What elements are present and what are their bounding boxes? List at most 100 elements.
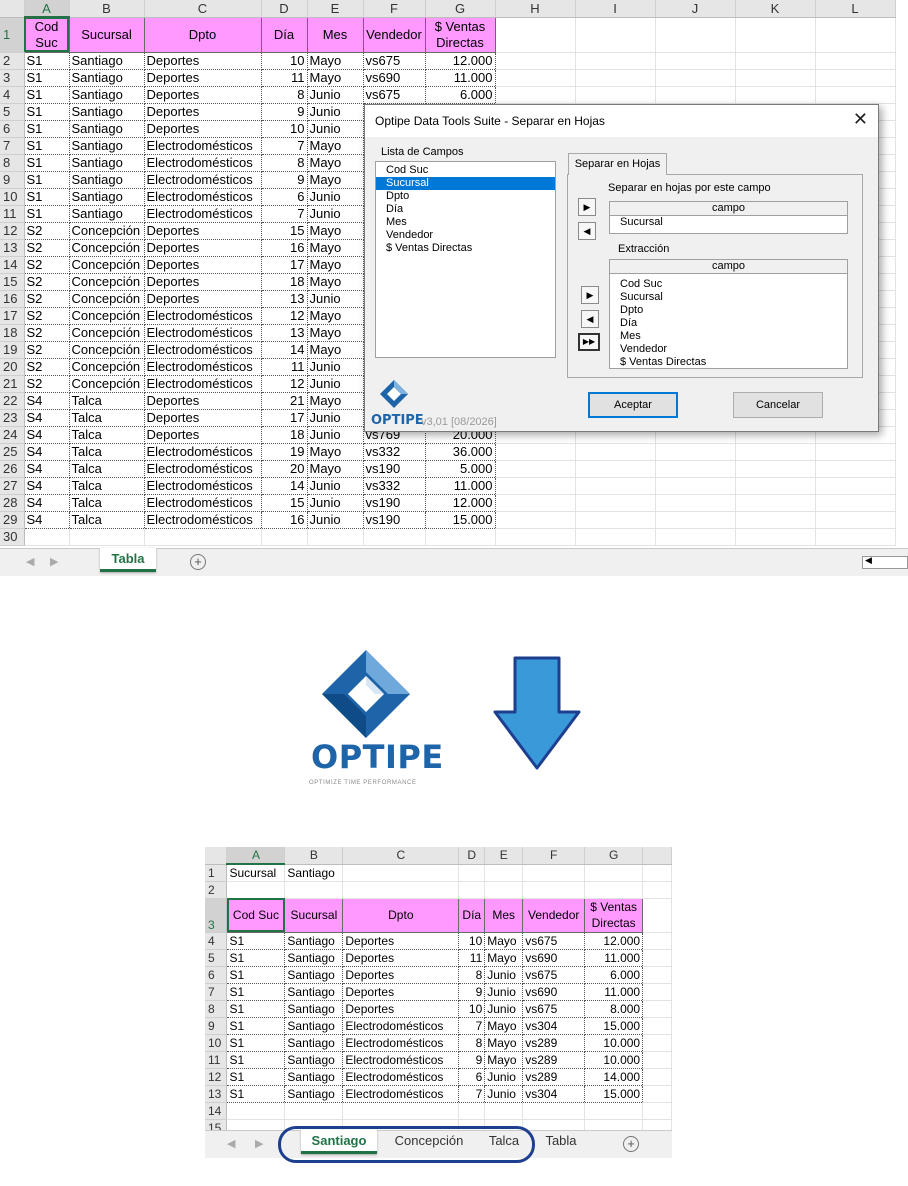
table-cell[interactable]: S1 [23,119,70,138]
table-cell[interactable]: S4 [23,493,70,512]
empty-cell[interactable] [815,443,896,461]
table-cell[interactable]: Junio [306,119,364,138]
result-header-cell[interactable]: Día [458,897,486,933]
field-list-item[interactable]: Dpto [376,190,555,203]
result-table-cell[interactable]: 8 [458,1033,486,1052]
empty-cell[interactable] [458,1102,486,1120]
table-cell[interactable]: Deportes [143,408,262,427]
result-table-cell[interactable]: Santiago [284,1016,344,1035]
result-table-cell[interactable]: 10.000 [584,1033,644,1052]
table-cell[interactable]: Junio [306,357,364,376]
table-cell[interactable]: 8 [260,85,308,104]
empty-cell[interactable] [261,528,308,546]
table-cell[interactable]: vs190 [362,493,426,512]
table-cell[interactable]: 9 [260,102,308,121]
row-header-28[interactable]: 28 [0,494,25,512]
result-tab-prev-icon[interactable]: ◀ [227,1137,235,1150]
result-tab-next-icon[interactable]: ▶ [255,1137,263,1150]
empty-cell[interactable] [522,881,586,899]
table-cell[interactable]: 36.000 [424,442,496,461]
empty-cell[interactable] [575,443,656,461]
empty-cell[interactable] [584,864,644,882]
row-header-20[interactable]: 20 [0,358,25,376]
table-cell[interactable]: vs190 [362,510,426,529]
field-list-item[interactable]: Sucursal [376,177,555,190]
result-table-cell[interactable]: 14.000 [584,1067,644,1086]
empty-cell[interactable] [575,511,656,529]
field-list-item[interactable]: Día [376,203,555,216]
table-cell[interactable]: Deportes [143,391,262,410]
result-table-cell[interactable]: Electrodomésticos [342,1033,460,1052]
table-cell[interactable]: 6.000 [424,85,496,104]
table-cell[interactable]: Concepción [68,340,145,359]
result-header-cell[interactable]: Mes [484,897,524,933]
result-row-header-11[interactable]: 11 [205,1051,228,1069]
table-cell[interactable]: Junio [306,85,364,104]
result-tab-tabla[interactable]: Tabla [531,1130,591,1154]
result-table-cell[interactable]: vs690 [522,948,586,967]
empty-cell[interactable] [575,52,656,70]
row-header-12[interactable]: 12 [0,222,25,240]
table-cell[interactable]: Junio [306,493,364,512]
table-cell[interactable]: Concepción [68,374,145,393]
row-header-24[interactable]: 24 [0,426,25,444]
field-list-item[interactable]: Cod Suc [376,164,555,177]
empty-cell[interactable] [575,86,656,104]
result-column-header-e[interactable]: E [484,847,524,865]
remove-split-arrow-icon[interactable]: ◀ [578,222,596,240]
column-header-b[interactable]: B [69,0,145,18]
table-cell[interactable]: Junio [306,204,364,223]
result-row-header-6[interactable]: 6 [205,966,228,984]
empty-cell[interactable] [575,69,656,87]
table-cell[interactable]: S2 [23,374,70,393]
result-header-cell[interactable]: Cod Suc [226,897,286,933]
table-cell[interactable]: Santiago [68,68,145,87]
result-table-cell[interactable]: S1 [226,965,286,984]
empty-cell[interactable] [815,17,896,53]
result-table-cell[interactable]: S1 [226,1084,286,1103]
table-cell[interactable]: Electrodomésticos [143,306,262,325]
table-cell[interactable]: Mayo [306,255,364,274]
empty-cell[interactable] [655,443,736,461]
table-cell[interactable]: S2 [23,255,70,274]
extract-field-item[interactable]: Sucursal [610,291,847,304]
extract-field-item[interactable]: Mes [610,330,847,343]
table-cell[interactable]: Electrodomésticos [143,340,262,359]
result-table-cell[interactable]: 10.000 [584,1050,644,1069]
row-header-21[interactable]: 21 [0,375,25,393]
table-cell[interactable]: Junio [306,289,364,308]
result-table-cell[interactable]: Mayo [484,1016,524,1035]
result-table-cell[interactable]: Santiago [284,999,344,1018]
table-cell[interactable]: Electrodomésticos [143,476,262,495]
column-header-j[interactable]: J [655,0,736,18]
table-cell[interactable]: 11.000 [424,68,496,87]
table-cell[interactable]: Santiago [68,136,145,155]
table-cell[interactable]: Talca [68,493,145,512]
result-table-cell[interactable]: 6 [458,1067,486,1086]
empty-cell[interactable] [342,1102,460,1120]
table-cell[interactable]: Electrodomésticos [143,170,262,189]
result-row-header-7[interactable]: 7 [205,983,228,1001]
table-cell[interactable]: Concepción [68,323,145,342]
table-cell[interactable]: S2 [23,221,70,240]
result-table-cell[interactable]: Junio [484,999,524,1018]
result-table-cell[interactable]: vs304 [522,1016,586,1035]
result-table-cell[interactable]: Santiago [284,1067,344,1086]
empty-cell[interactable] [458,864,486,882]
result-table-cell[interactable]: vs675 [522,965,586,984]
table-cell[interactable]: 16 [260,238,308,257]
add-extract-arrow-icon[interactable]: ▶ [581,286,599,304]
table-cell[interactable]: Deportes [143,85,262,104]
table-cell[interactable]: Mayo [306,272,364,291]
result-table-cell[interactable]: 11.000 [584,982,644,1001]
empty-cell[interactable] [642,983,672,1001]
close-icon[interactable]: ✕ [853,109,868,130]
table-cell[interactable]: S2 [23,340,70,359]
column-header-l[interactable]: L [815,0,896,18]
result-label-cell[interactable]: Sucursal [226,864,286,882]
empty-cell[interactable] [815,494,896,512]
table-cell[interactable]: Electrodomésticos [143,187,262,206]
column-header-g[interactable]: G [425,0,496,18]
table-cell[interactable]: Mayo [306,51,364,70]
table-cell[interactable]: Electrodomésticos [143,357,262,376]
